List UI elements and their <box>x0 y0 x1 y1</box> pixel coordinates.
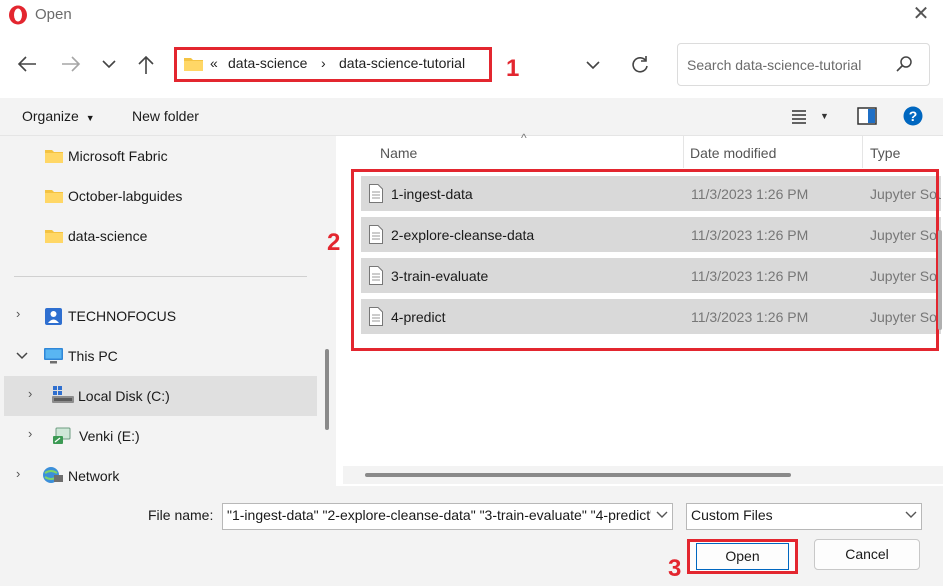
sort-ascending-icon: ^ <box>521 131 527 145</box>
search-icon[interactable] <box>895 55 913 73</box>
organize-button[interactable]: Organize ▼ <box>22 108 95 124</box>
tree-item-technofocus[interactable]: › TECHNOFOCUS <box>0 296 320 336</box>
tree-item-label: data-science <box>68 228 148 244</box>
local-disk-icon <box>52 386 74 403</box>
tree-item-folder[interactable]: October-labguides <box>0 176 320 216</box>
callout-number: 2 <box>327 229 341 256</box>
chevron-right-icon[interactable]: › <box>16 306 30 324</box>
chevron-right-icon[interactable]: › <box>28 426 42 444</box>
file-type-value[interactable]: Custom Files <box>691 507 773 523</box>
chevron-right-icon[interactable]: › <box>16 466 30 484</box>
file-type-chevron-icon[interactable] <box>905 511 917 519</box>
organize-label: Organize <box>22 108 79 124</box>
tree-item-local-disk-selected[interactable]: › Local Disk (C:) <box>4 376 317 416</box>
new-folder-button[interactable]: New folder <box>132 108 199 124</box>
user-folder-icon <box>45 308 62 325</box>
folder-icon <box>184 58 203 71</box>
chevron-right-icon[interactable]: › <box>28 386 42 404</box>
svg-text:?: ? <box>909 108 918 124</box>
monitor-icon <box>44 348 63 364</box>
dialog-footer <box>0 486 943 586</box>
breadcrumb-separator[interactable]: › <box>321 55 326 71</box>
tree-item-label: Microsoft Fabric <box>68 148 168 164</box>
view-options-caret-icon[interactable]: ▼ <box>820 111 829 121</box>
folder-icon <box>45 150 63 163</box>
column-header-date-modified[interactable]: Date modified <box>690 145 776 161</box>
help-icon[interactable]: ? <box>903 106 923 126</box>
address-dropdown-chevron-icon[interactable] <box>585 60 601 70</box>
selection-highlight-box <box>351 169 939 351</box>
refresh-icon[interactable] <box>630 55 650 75</box>
callout-number: 1 <box>506 55 520 82</box>
forward-arrow-icon[interactable] <box>60 54 82 74</box>
caret-down-icon: ▼ <box>85 113 95 123</box>
tree-divider <box>14 276 307 277</box>
navigation-pane-scrollbar[interactable] <box>325 349 329 430</box>
column-header-name[interactable]: Name <box>380 145 417 161</box>
folder-icon <box>45 230 63 243</box>
view-list-icon[interactable] <box>790 109 808 124</box>
tree-item-venki-drive[interactable]: › Venki (E:) <box>0 416 320 456</box>
tree-item-label: This PC <box>68 348 118 364</box>
breadcrumb-item[interactable]: data-science-tutorial <box>339 55 465 71</box>
back-arrow-icon[interactable] <box>16 54 38 74</box>
tree-item-label: Local Disk (C:) <box>78 388 170 404</box>
opera-logo-icon <box>9 5 27 25</box>
tree-item-folder[interactable]: Microsoft Fabric <box>0 136 320 176</box>
network-icon <box>43 467 63 483</box>
file-name-value[interactable]: "1-ingest-data" "2-explore-cleanse-data"… <box>227 507 651 523</box>
close-icon[interactable]: ✕ <box>906 2 936 28</box>
tree-item-label: October-labguides <box>68 188 183 204</box>
window-title: Open <box>35 6 72 23</box>
horizontal-scrollbar-thumb[interactable] <box>365 473 791 477</box>
file-name-dropdown-chevron-icon[interactable] <box>656 511 668 519</box>
tree-item-label: Network <box>68 468 120 484</box>
tree-item-network[interactable]: › Network <box>0 456 320 486</box>
recent-locations-chevron-icon[interactable] <box>101 58 117 70</box>
search-input[interactable]: Search data-science-tutorial <box>687 57 861 73</box>
tree-item-this-pc[interactable]: This PC <box>0 336 320 376</box>
tree-item-folder[interactable]: data-science <box>0 216 320 256</box>
column-header-type[interactable]: Type <box>870 145 900 161</box>
cancel-button[interactable]: Cancel <box>814 539 920 570</box>
tree-item-label: TECHNOFOCUS <box>68 308 177 324</box>
open-button-focus-ring <box>696 543 789 570</box>
callout-number: 3 <box>668 555 682 582</box>
column-separator[interactable] <box>862 136 863 168</box>
column-separator[interactable] <box>683 136 684 168</box>
file-name-label: File name: <box>148 507 214 523</box>
folder-icon <box>45 190 63 203</box>
breadcrumb-item[interactable]: data-science <box>228 55 307 71</box>
breadcrumb-overflow[interactable]: « <box>210 55 218 71</box>
drive-icon <box>53 427 71 444</box>
file-list-vertical-scrollbar[interactable] <box>938 230 942 330</box>
preview-pane-icon[interactable] <box>857 107 877 125</box>
tree-item-label: Venki (E:) <box>79 428 140 444</box>
up-arrow-icon[interactable] <box>136 54 156 76</box>
title-bar <box>0 0 943 30</box>
chevron-down-icon[interactable] <box>16 352 28 360</box>
